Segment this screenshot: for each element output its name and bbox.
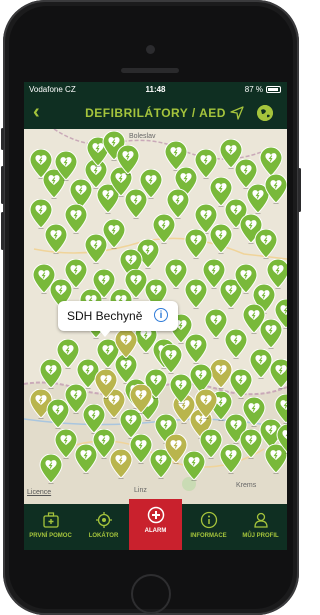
battery-icon bbox=[266, 86, 281, 93]
volume-down-button bbox=[1, 212, 4, 250]
status-right: 87 % bbox=[245, 85, 281, 94]
aed-pin[interactable] bbox=[194, 149, 218, 179]
aed-pin[interactable] bbox=[259, 147, 283, 177]
status-bar: Vodafone CZ 11:48 87 % bbox=[24, 82, 287, 98]
aed-pin[interactable] bbox=[116, 145, 140, 175]
plus-circle-icon bbox=[147, 506, 164, 524]
aed-pin[interactable] bbox=[39, 454, 63, 484]
tab-bar: PRVNÍ POMOC LOKÁTOR ALARM INFORMACE MŮJ … bbox=[24, 499, 287, 550]
power-button bbox=[298, 168, 301, 212]
map-label-linz: Linz bbox=[134, 487, 147, 494]
page-title: DEFIBRILÁTORY / AED bbox=[85, 106, 226, 120]
aed-pin[interactable] bbox=[114, 329, 138, 359]
volume-up-button bbox=[1, 166, 4, 204]
battery-percent: 87 % bbox=[244, 85, 263, 94]
aed-pin[interactable] bbox=[194, 389, 218, 419]
tab-label-first-aid: PRVNÍ POMOC bbox=[29, 533, 72, 539]
info-icon bbox=[200, 511, 217, 529]
first-aid-kit-icon bbox=[42, 512, 59, 528]
aed-pin[interactable] bbox=[169, 374, 193, 404]
aed-pin[interactable] bbox=[276, 424, 287, 454]
aed-pin[interactable] bbox=[266, 259, 287, 289]
aed-pin[interactable] bbox=[184, 229, 208, 259]
info-icon[interactable]: i bbox=[154, 308, 168, 322]
tab-label-alarm: ALARM bbox=[144, 528, 167, 534]
aed-pin[interactable] bbox=[94, 369, 118, 399]
earpiece-speaker bbox=[121, 68, 179, 73]
crosshair-icon bbox=[95, 512, 112, 528]
aed-pin[interactable] bbox=[254, 229, 278, 259]
aed-pin[interactable] bbox=[239, 429, 263, 459]
user-icon bbox=[253, 512, 268, 528]
home-button[interactable] bbox=[131, 574, 171, 614]
aed-pin[interactable] bbox=[264, 174, 287, 204]
callout-pointer bbox=[98, 329, 112, 337]
phone-screen: Vodafone CZ 11:48 87 % ‹ DEFIBRILÁTORY /… bbox=[24, 82, 287, 550]
nav-bar: ‹ DEFIBRILÁTORY / AED bbox=[24, 98, 287, 129]
tab-label-information: INFORMACE bbox=[190, 533, 227, 539]
aed-pin[interactable] bbox=[274, 394, 287, 424]
front-camera bbox=[146, 45, 155, 54]
legal-link[interactable]: Licence bbox=[27, 489, 51, 496]
aed-pin[interactable] bbox=[64, 259, 88, 289]
tab-profile[interactable]: MŮJ PROFIL bbox=[234, 504, 287, 550]
location-arrow-icon[interactable] bbox=[229, 105, 245, 121]
place-callout[interactable]: SDH Bechyně i bbox=[58, 301, 178, 331]
aed-pin[interactable] bbox=[159, 344, 183, 374]
aed-pin[interactable] bbox=[29, 199, 53, 229]
tab-first-aid[interactable]: PRVNÍ POMOC bbox=[24, 504, 77, 550]
aed-pin[interactable] bbox=[39, 359, 63, 389]
tab-information[interactable]: INFORMACE bbox=[182, 504, 235, 550]
aed-pin[interactable] bbox=[54, 151, 78, 181]
map-label-boleslav: Boleslav bbox=[129, 133, 156, 140]
tab-label-locator: LOKÁTOR bbox=[88, 533, 119, 539]
tab-label-profile: MŮJ PROFIL bbox=[242, 533, 279, 539]
map-label-krems: Krems bbox=[236, 482, 257, 489]
tab-locator[interactable]: LOKÁTOR bbox=[77, 504, 130, 550]
map-view[interactable]: Boleslav Linz Krems Licence SDH Bechyně … bbox=[24, 129, 287, 504]
aed-pin[interactable] bbox=[129, 384, 153, 414]
callout-title: SDH Bechyně bbox=[67, 309, 143, 323]
mute-switch bbox=[1, 128, 4, 150]
globe-icon[interactable] bbox=[257, 105, 273, 121]
tab-alarm[interactable]: ALARM bbox=[129, 499, 182, 550]
aed-pin[interactable] bbox=[139, 169, 163, 199]
